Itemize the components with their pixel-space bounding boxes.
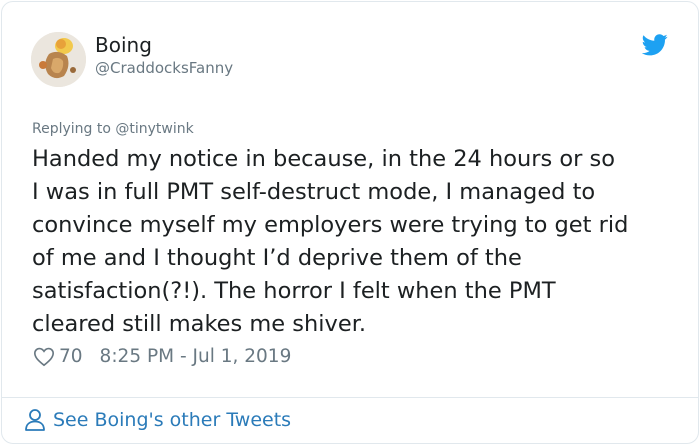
heart-icon[interactable] <box>33 346 55 367</box>
tweet-text: Handed my notice in because, in the 24 h… <box>32 146 629 337</box>
avatar-image <box>31 32 86 87</box>
author-display-name[interactable]: Boing <box>95 33 152 57</box>
reply-context: Replying to @tinytwink <box>32 121 194 137</box>
reply-mention-link[interactable]: @tinytwink <box>115 121 193 137</box>
person-icon <box>25 409 45 431</box>
tweet-meta: 70 8:25 PM - Jul 1, 2019 <box>33 343 291 369</box>
see-other-tweets-label[interactable]: See Boing's other Tweets <box>53 409 291 431</box>
reply-prefix: Replying to <box>32 121 111 137</box>
twitter-bird-icon[interactable] <box>642 34 668 56</box>
like-count[interactable]: 70 <box>59 346 83 367</box>
author-handle[interactable]: @CraddocksFanny <box>95 59 233 77</box>
see-other-tweets-link[interactable]: See Boing's other Tweets <box>24 406 291 434</box>
footer-divider <box>1 397 699 398</box>
tweet-timestamp[interactable]: 8:25 PM - Jul 1, 2019 <box>100 346 292 367</box>
author-avatar[interactable] <box>31 32 86 87</box>
